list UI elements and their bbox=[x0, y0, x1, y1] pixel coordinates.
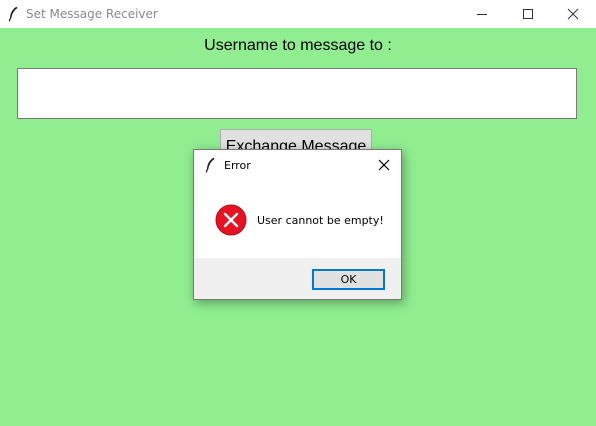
window-title: Set Message Receiver bbox=[26, 7, 158, 21]
minimize-button[interactable] bbox=[459, 0, 505, 28]
feather-icon bbox=[205, 157, 215, 173]
error-message: User cannot be empty! bbox=[257, 214, 384, 227]
feather-icon bbox=[8, 6, 18, 22]
username-label: Username to message to : bbox=[204, 37, 392, 54]
username-input[interactable] bbox=[17, 68, 577, 119]
maximize-icon bbox=[523, 9, 533, 19]
dialog-titlebar: Error bbox=[194, 150, 401, 180]
ok-button[interactable]: OK bbox=[312, 269, 385, 290]
error-dialog: Error User cannot be empty! OK bbox=[193, 149, 402, 300]
error-icon bbox=[215, 204, 247, 236]
close-button[interactable] bbox=[550, 0, 596, 28]
dialog-title: Error bbox=[224, 159, 251, 172]
close-icon bbox=[567, 8, 579, 20]
dialog-body: User cannot be empty! bbox=[194, 180, 401, 258]
minimize-icon bbox=[477, 14, 487, 15]
maximize-button[interactable] bbox=[505, 0, 551, 28]
dialog-footer: OK bbox=[194, 258, 401, 299]
dialog-close-icon[interactable] bbox=[376, 157, 392, 173]
window-titlebar: Set Message Receiver bbox=[0, 0, 596, 28]
